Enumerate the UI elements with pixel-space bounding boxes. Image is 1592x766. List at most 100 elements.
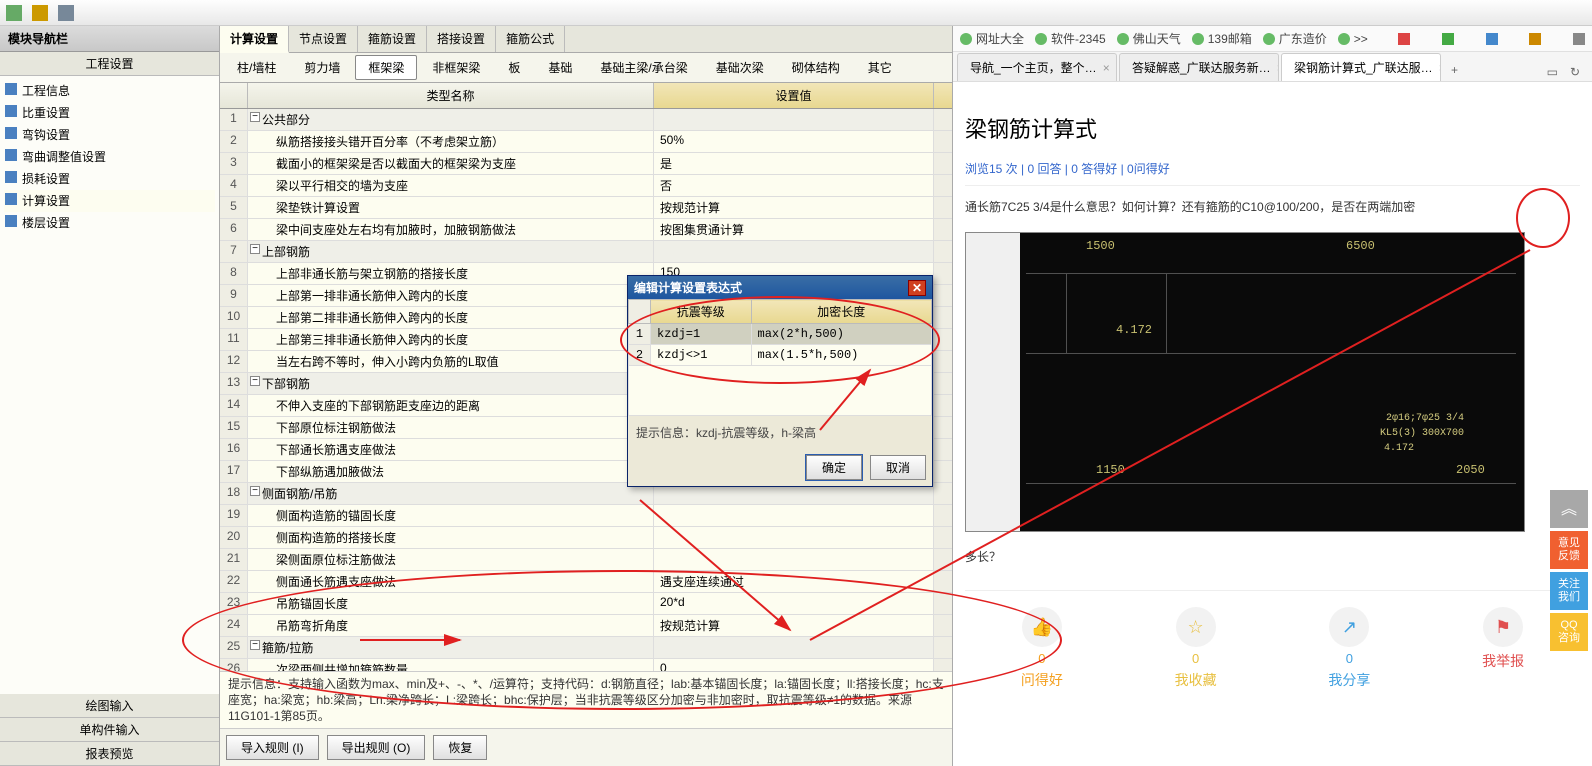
bookmark-item[interactable]: 139邮箱 xyxy=(1191,30,1252,47)
row-value[interactable]: 按规范计算 xyxy=(654,615,934,636)
import-rule-button[interactable]: 导入规则 (I) xyxy=(226,735,319,760)
browser-tab[interactable]: 导航_一个主页，整个…× xyxy=(957,53,1117,81)
grid-row[interactable]: 4梁以平行相交的墙为支座否 xyxy=(220,175,952,197)
secondary-tab[interactable]: 框架梁 xyxy=(355,55,417,80)
tab-list-icon[interactable]: ▭ xyxy=(1543,63,1562,81)
row-value[interactable]: 否 xyxy=(654,175,934,196)
restore-button[interactable]: 恢复 xyxy=(433,735,487,760)
browser-tab[interactable]: 梁钢筋计算式_广联达服…× xyxy=(1281,53,1441,81)
dialog-row[interactable]: 2kzdj<>1max(1.5*h,500) xyxy=(629,345,932,366)
nav-tree-item[interactable]: 损耗设置 xyxy=(4,168,215,190)
nav-tree-item[interactable]: 工程信息 xyxy=(4,80,215,102)
dlg-head-seismic[interactable]: 抗震等级 xyxy=(651,300,752,324)
secondary-tab[interactable]: 砌体结构 xyxy=(779,55,853,80)
close-tab-icon[interactable]: × xyxy=(1277,61,1279,75)
primary-tab[interactable]: 箍筋设置 xyxy=(358,26,427,52)
tool-icon[interactable] xyxy=(30,3,50,23)
toolbar-icon[interactable] xyxy=(1572,32,1586,46)
nav-bar-draw[interactable]: 绘图输入 xyxy=(0,694,219,718)
bookmark-item[interactable]: >> xyxy=(1337,32,1368,46)
export-rule-button[interactable]: 导出规则 (O) xyxy=(327,735,426,760)
secondary-tab[interactable]: 基础 xyxy=(535,55,585,80)
expand-icon[interactable]: − xyxy=(250,640,260,650)
secondary-tab[interactable]: 非框架梁 xyxy=(419,55,493,80)
row-value[interactable] xyxy=(654,527,934,548)
row-value[interactable] xyxy=(654,241,934,262)
secondary-tab[interactable]: 基础主梁/承台梁 xyxy=(587,55,700,80)
row-value[interactable] xyxy=(654,549,934,570)
nav-tree-item[interactable]: 计算设置 xyxy=(4,190,215,212)
close-icon[interactable]: ✕ xyxy=(908,280,926,296)
nav-bar-single[interactable]: 单构件输入 xyxy=(0,718,219,742)
toolbar-icon[interactable] xyxy=(1528,32,1542,46)
grid-group-row[interactable]: 25−箍筋/拉筋 xyxy=(220,637,952,659)
grid-group-row[interactable]: 1−公共部分 xyxy=(220,109,952,131)
row-value[interactable] xyxy=(654,637,934,658)
close-tab-icon[interactable]: × xyxy=(1103,61,1110,75)
dlg-cell-length[interactable]: max(2*h,500) xyxy=(751,324,931,345)
browser-tab[interactable]: 答疑解惑_广联达服务新…× xyxy=(1119,53,1279,81)
grid-row[interactable]: 20侧面构造筋的搭接长度 xyxy=(220,527,952,549)
cancel-button[interactable]: 取消 xyxy=(870,455,926,480)
primary-tab[interactable]: 搭接设置 xyxy=(427,26,496,52)
action-我举报[interactable]: ⚑我举报 xyxy=(1482,607,1524,690)
nav-bar-project[interactable]: 工程设置 xyxy=(0,52,219,76)
secondary-tab[interactable]: 基础次梁 xyxy=(703,55,777,80)
new-tab-button[interactable]: + xyxy=(1443,59,1466,81)
row-value[interactable]: 0 xyxy=(654,659,934,671)
row-value[interactable]: 按图集贯通计算 xyxy=(654,219,934,240)
toolbar-icon[interactable] xyxy=(1441,32,1455,46)
grid-row[interactable]: 24吊筋弯折角度按规范计算 xyxy=(220,615,952,637)
row-value[interactable] xyxy=(654,505,934,526)
nav-tree-item[interactable]: 比重设置 xyxy=(4,102,215,124)
bookmark-item[interactable]: 网址大全 xyxy=(959,30,1024,47)
grid-row[interactable]: 22侧面通长筋遇支座做法遇支座连续通过 xyxy=(220,571,952,593)
toolbar-icon[interactable] xyxy=(1485,32,1499,46)
grid-row[interactable]: 19侧面构造筋的锚固长度 xyxy=(220,505,952,527)
toolbar-icon[interactable] xyxy=(1397,32,1411,46)
grid-row[interactable]: 26次梁两侧共增加箍筋数量0 xyxy=(220,659,952,671)
expand-icon[interactable]: − xyxy=(250,486,260,496)
row-value[interactable]: 是 xyxy=(654,153,934,174)
follow-button[interactable]: 关注 我们 xyxy=(1550,572,1588,610)
grid-row[interactable]: 5梁垫铁计算设置按规范计算 xyxy=(220,197,952,219)
dialog-row[interactable]: 1kzdj=1max(2*h,500) xyxy=(629,324,932,345)
tool-icon[interactable] xyxy=(4,3,24,23)
row-value[interactable]: 20*d xyxy=(654,593,934,614)
secondary-tab[interactable]: 剪力墙 xyxy=(291,55,353,80)
nav-tree-item[interactable]: 弯钩设置 xyxy=(4,124,215,146)
grid-row[interactable]: 23吊筋锚固长度20*d xyxy=(220,593,952,615)
grid-row[interactable]: 3截面小的框架梁是否以截面大的框架梁为支座是 xyxy=(220,153,952,175)
secondary-tab[interactable]: 板 xyxy=(495,55,533,80)
nav-bar-report[interactable]: 报表预览 xyxy=(0,742,219,766)
tool-icon[interactable] xyxy=(56,3,76,23)
primary-tab[interactable]: 节点设置 xyxy=(289,26,358,52)
grid-row[interactable]: 6梁中间支座处左右均有加腋时，加腋钢筋做法按图集贯通计算 xyxy=(220,219,952,241)
dlg-cell-length[interactable]: max(1.5*h,500) xyxy=(751,345,931,366)
row-value[interactable]: 按规范计算 xyxy=(654,197,934,218)
feedback-button[interactable]: 意见 反馈 xyxy=(1550,531,1588,569)
bookmark-item[interactable]: 软件-2345 xyxy=(1034,30,1106,47)
bookmark-item[interactable]: 广东造价 xyxy=(1262,30,1327,47)
dlg-head-length[interactable]: 加密长度 xyxy=(751,300,931,324)
tab-refresh-icon[interactable]: ↻ xyxy=(1566,63,1584,81)
expand-icon[interactable]: − xyxy=(250,244,260,254)
secondary-tab[interactable]: 其它 xyxy=(855,55,905,80)
close-tab-icon[interactable]: × xyxy=(1439,61,1441,75)
dialog-titlebar[interactable]: 编辑计算设置表达式 ✕ xyxy=(628,276,932,299)
dlg-cell-seismic[interactable]: kzdj<>1 xyxy=(651,345,752,366)
nav-tree-item[interactable]: 楼层设置 xyxy=(4,212,215,234)
dlg-cell-seismic[interactable]: kzdj=1 xyxy=(651,324,752,345)
expand-icon[interactable]: − xyxy=(250,112,260,122)
grid-group-row[interactable]: 7−上部钢筋 xyxy=(220,241,952,263)
row-value[interactable]: 50% xyxy=(654,131,934,152)
row-value[interactable]: 遇支座连续通过 xyxy=(654,571,934,592)
action-我收藏[interactable]: ☆0我收藏 xyxy=(1175,607,1217,690)
bookmark-item[interactable]: 佛山天气 xyxy=(1116,30,1181,47)
primary-tab[interactable]: 箍筋公式 xyxy=(496,26,565,52)
grid-row[interactable]: 21梁侧面原位标注筋做法 xyxy=(220,549,952,571)
scroll-top-button[interactable]: ︽ xyxy=(1550,490,1588,528)
primary-tab[interactable]: 计算设置 xyxy=(220,26,289,53)
expand-icon[interactable]: − xyxy=(250,376,260,386)
row-value[interactable] xyxy=(654,109,934,130)
